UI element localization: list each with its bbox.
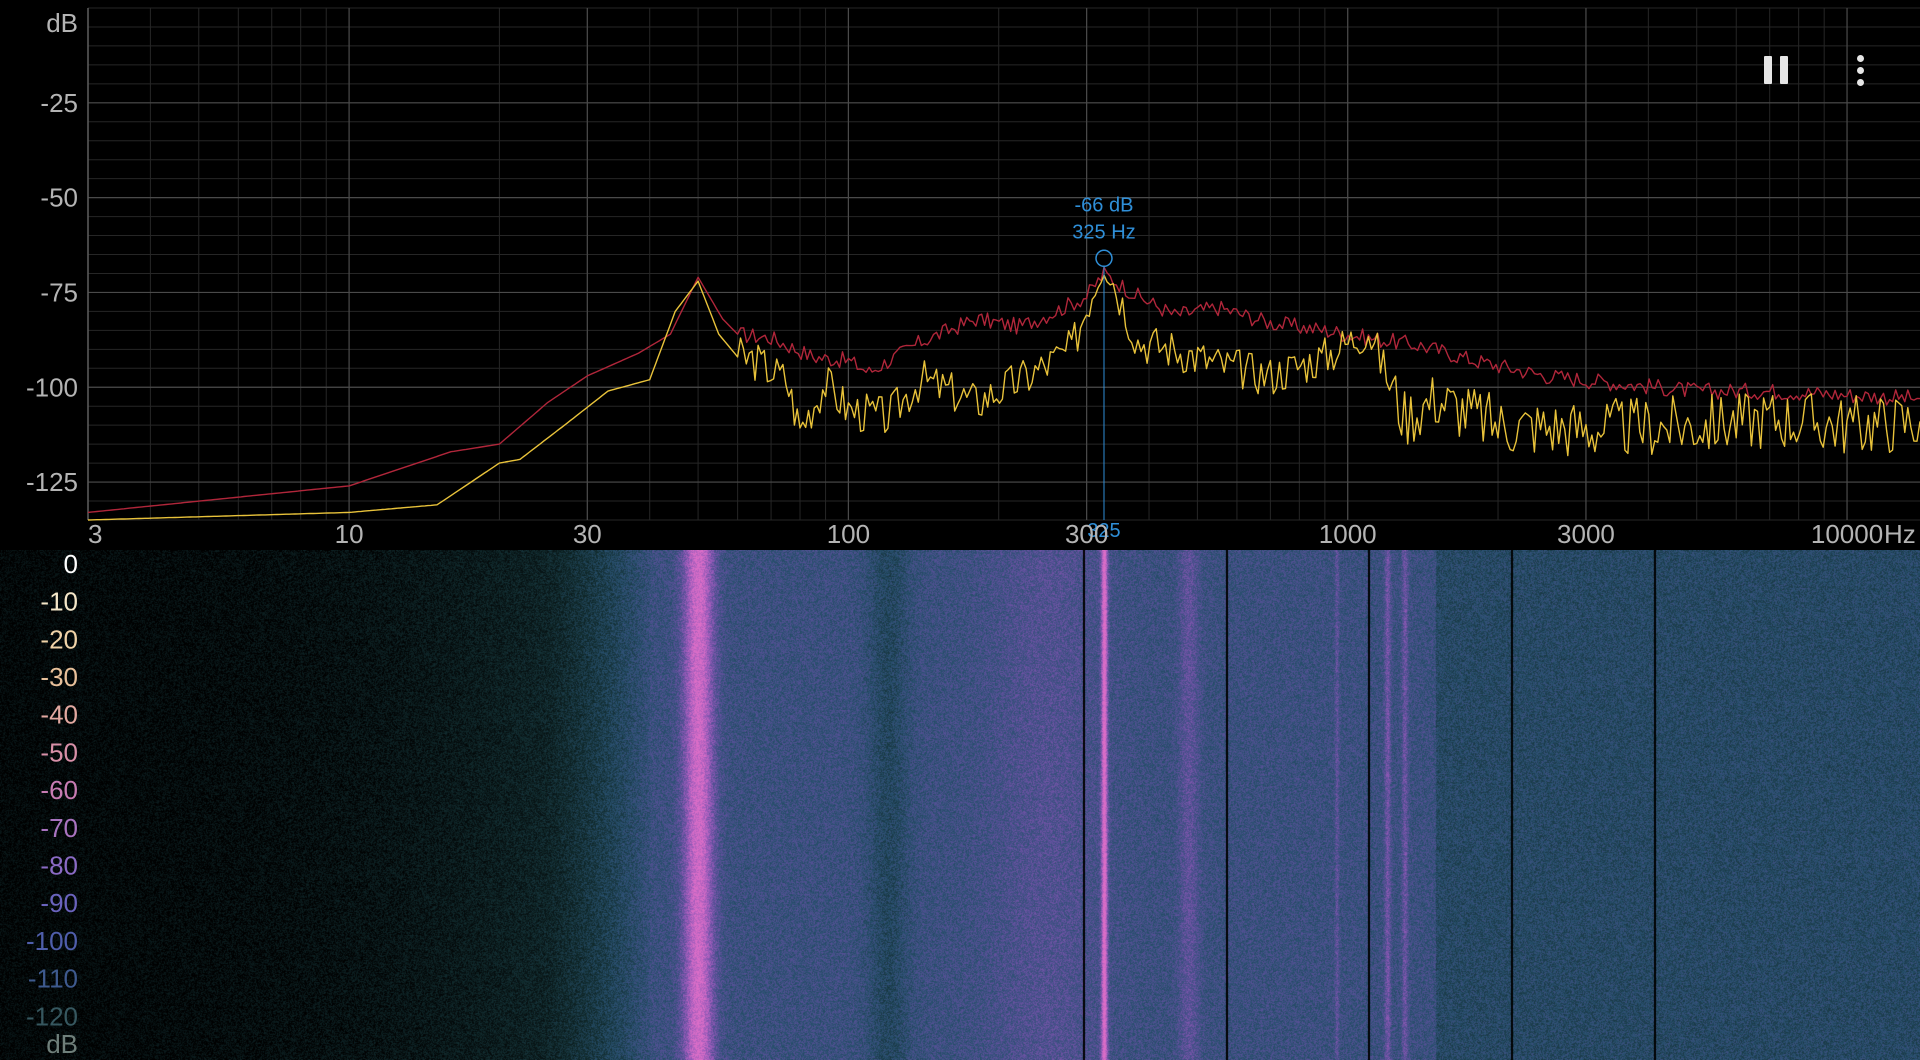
spectrum-chart[interactable]: -66 dB 325 Hz 325 -25-50-75-100-125 3 10 3… [0,0,1920,550]
legend-tick-label: -110 [28,964,78,994]
x-tick-label: 10000 [1811,519,1883,549]
pause-icon [1764,56,1772,84]
y-tick-label: -75 [40,277,78,307]
pause-button[interactable] [1756,50,1796,90]
legend-unit-label: dB [46,1029,78,1059]
y-tick-label: -50 [40,183,78,213]
legend-tick-label: 0 [64,550,78,579]
cursor-db-label: -66 dB [1075,194,1134,216]
legend-tick-label: -90 [40,888,78,918]
legend-tick-label: -70 [40,813,78,843]
more-vert-icon [1856,54,1864,62]
db-unit-label: dB [46,8,78,38]
x-tick-label: 10 [335,519,364,549]
more-options-button[interactable] [1840,50,1880,90]
x-tick-label: 100 [827,519,870,549]
x-tick-label: 3 [88,519,102,549]
legend-tick-label: -40 [40,700,78,730]
legend-tick-label: -10 [40,587,78,617]
legend-tick-label: -80 [40,850,78,880]
x-tick-label: 300 [1065,519,1108,549]
spectrogram-waterfall[interactable] [0,550,1920,1060]
hz-unit-label: Hz [1884,519,1916,549]
legend-tick-label: -120 [26,1001,78,1031]
legend-tick-label: -60 [40,775,78,805]
more-vert-icon-dot [1856,78,1864,86]
legend-tick-label: -50 [40,737,78,767]
more-vert-icon-dot [1856,66,1864,74]
spectrogram-db-legend: 0 -10 -20 -30 -40 -50 -60 -70 -80 -90 -100 -110 -120… [26,550,78,1059]
legend-tick-label: -20 [40,624,78,654]
x-tick-label: 30 [573,519,602,549]
x-tick-label: 1000 [1319,519,1377,549]
pause-icon-bar [1780,56,1788,84]
legend-tick-label: -100 [26,926,78,956]
y-tick-label: -125 [26,467,78,497]
y-tick-label: -25 [40,88,78,118]
legend-tick-label: -30 [40,662,78,692]
spectrum-background [0,0,1920,550]
y-tick-label: -100 [26,372,78,402]
x-tick-label: 3000 [1557,519,1615,549]
cursor-hz-label: 325 Hz [1072,221,1135,243]
